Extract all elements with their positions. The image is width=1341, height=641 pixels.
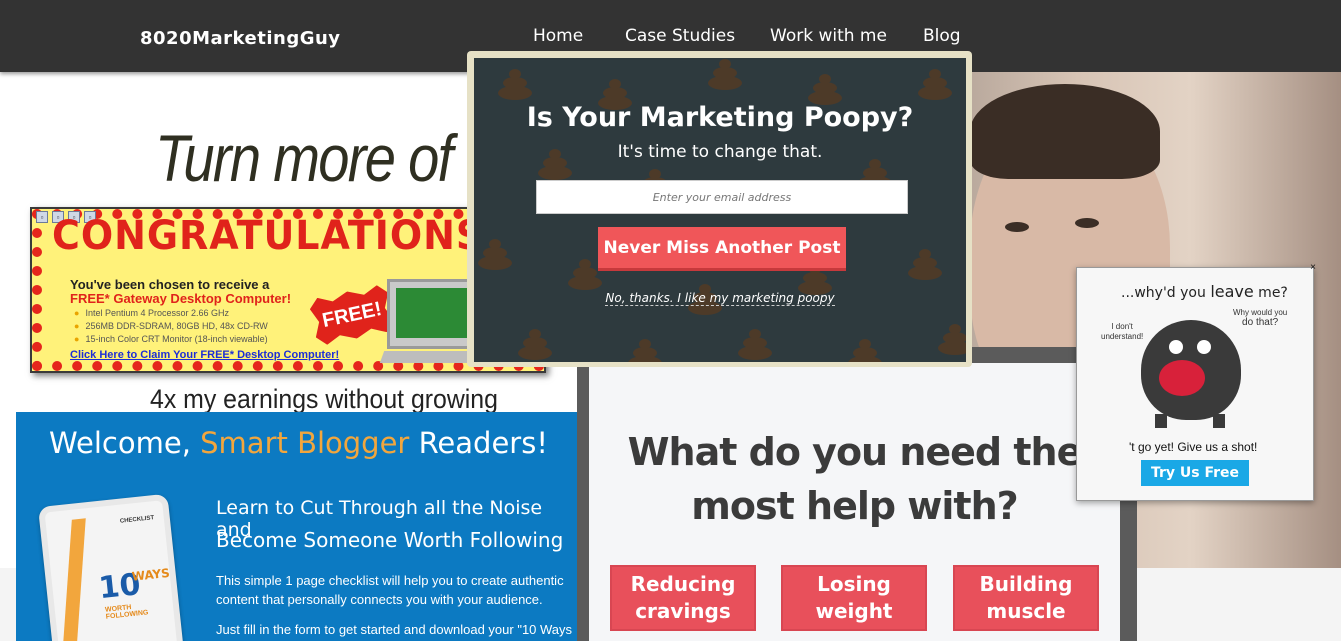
hero-headline: Turn more of — [155, 121, 453, 195]
try-us-free-button[interactable]: Try Us Free — [1141, 460, 1249, 486]
decline-link-text[interactable]: No, thanks. I like my marketing poopy — [605, 291, 835, 306]
optin-title: Is Your Marketing Poopy? — [526, 102, 914, 133]
leave-title-suffix: me? — [1253, 285, 1288, 301]
banner-line-2: FREE* Gateway Desktop Computer! — [70, 291, 292, 306]
building-muscle-button[interactable]: Building muscle — [953, 565, 1099, 631]
poop-icon — [914, 68, 956, 102]
leave-title-prefix: ...why'd you — [1121, 285, 1211, 301]
never-miss-post-button[interactable]: Never Miss Another Post — [598, 227, 846, 271]
decline-link[interactable]: No, thanks. I like my marketing poopy — [474, 291, 966, 306]
right-eye-shape — [1075, 218, 1099, 228]
hero-subline: 4x my earnings without growing — [150, 384, 498, 414]
poopy-optin-popup: Is Your Marketing Poopy? It's time to ch… — [472, 56, 968, 364]
banner-line-1: You've been chosen to receive a — [70, 277, 270, 292]
poop-icon — [934, 323, 966, 357]
monster-eye — [1169, 340, 1183, 354]
leave-close-icon[interactable]: × — [1307, 262, 1319, 274]
nav-case-studies[interactable]: Case Studies — [625, 26, 735, 46]
poop-icon — [904, 248, 946, 282]
computer-monitor-icon — [387, 279, 477, 349]
nav-blog[interactable]: Blog — [923, 26, 961, 46]
welcome-title-accent: Smart Blogger — [200, 426, 410, 460]
help-title-line-1: What do you need the — [627, 430, 1083, 474]
exit-intent-popup: ...why'd you leave me? I don't understan… — [1076, 267, 1314, 501]
help-title-line-2: most help with? — [691, 484, 1018, 528]
option-line: Losing — [817, 572, 891, 596]
option-line: Building — [979, 572, 1073, 596]
welcome-optin-panel: Welcome, Smart Blogger Readers! CHECKLIS… — [16, 412, 581, 641]
left-eye-shape — [1005, 222, 1029, 232]
banner-spec: 15-inch Color CRT Monitor (18-inch viewa… — [74, 334, 267, 344]
tablet-checklist-label: CHECKLIST — [119, 515, 155, 525]
tablet-stripe — [61, 518, 86, 641]
poop-icon — [704, 58, 746, 92]
nav-home[interactable]: Home — [533, 26, 583, 46]
hair-shape — [970, 84, 1160, 179]
banner-spec: Intel Pentium 4 Processor 2.66 GHz — [74, 308, 229, 318]
note-line: do that? — [1242, 317, 1279, 328]
leave-title: ...why'd you leave me? — [1121, 282, 1288, 301]
leave-left-note: I don't understand! — [1101, 322, 1143, 342]
help-survey-popup: What do you need the most help with? Red… — [577, 347, 1137, 641]
email-input[interactable] — [536, 180, 908, 214]
tablet-ways: WAYS — [131, 565, 171, 584]
monster-mouth — [1159, 360, 1205, 396]
welcome-body-line-1: This simple 1 page checklist will help y… — [216, 573, 564, 588]
help-survey-body: What do you need the most help with? Red… — [589, 363, 1120, 641]
option-line: Reducing — [630, 572, 736, 596]
help-title: What do you need the most help with? — [589, 425, 1120, 533]
option-line: muscle — [986, 599, 1066, 623]
note-line: understand! — [1101, 332, 1144, 341]
poop-icon — [734, 328, 776, 362]
note-line: I don't — [1111, 322, 1133, 331]
poop-icon — [624, 338, 666, 362]
option-line: cravings — [635, 599, 731, 623]
poop-icon — [494, 68, 536, 102]
welcome-title-suffix: Readers! — [409, 426, 548, 460]
welcome-body-line-3: Just fill in the form to get started and… — [216, 622, 573, 637]
leave-message: 't go yet! Give us a shot! — [1129, 440, 1258, 454]
poop-icon — [474, 238, 516, 272]
poop-icon — [514, 328, 556, 362]
losing-weight-button[interactable]: Losing weight — [781, 565, 927, 631]
claim-computer-link[interactable]: Click Here to Claim Your FREE* Desktop C… — [70, 349, 339, 361]
welcome-body-line-2: content that personally connects you wit… — [216, 592, 543, 607]
welcome-heading-line-2: Become Someone Worth Following — [216, 528, 564, 552]
leave-title-emph: leave — [1210, 282, 1254, 301]
monster-eye — [1197, 340, 1211, 354]
banner-title: CONGRATULATIONS! — [52, 213, 503, 259]
monster-legs — [1155, 414, 1225, 428]
optin-subtitle: It's time to change that. — [617, 142, 823, 162]
welcome-title-prefix: Welcome, — [49, 426, 201, 460]
option-line: weight — [815, 599, 893, 623]
reducing-cravings-button[interactable]: Reducing cravings — [610, 565, 756, 631]
nav-work-with-me[interactable]: Work with me — [770, 26, 887, 46]
checklist-tablet-image: CHECKLIST 10 WAYS WORTH FOLLOWING — [37, 493, 185, 641]
poop-icon — [844, 338, 886, 362]
window-icon[interactable]: ▫ — [36, 211, 48, 223]
site-logo[interactable]: 8020MarketingGuy — [140, 28, 341, 49]
welcome-title: Welcome, Smart Blogger Readers! — [16, 426, 581, 460]
banner-spec: 256MB DDR-SDRAM, 80GB HD, 48x CD-RW — [74, 321, 267, 331]
leave-right-note: Why would you do that? — [1233, 308, 1287, 328]
